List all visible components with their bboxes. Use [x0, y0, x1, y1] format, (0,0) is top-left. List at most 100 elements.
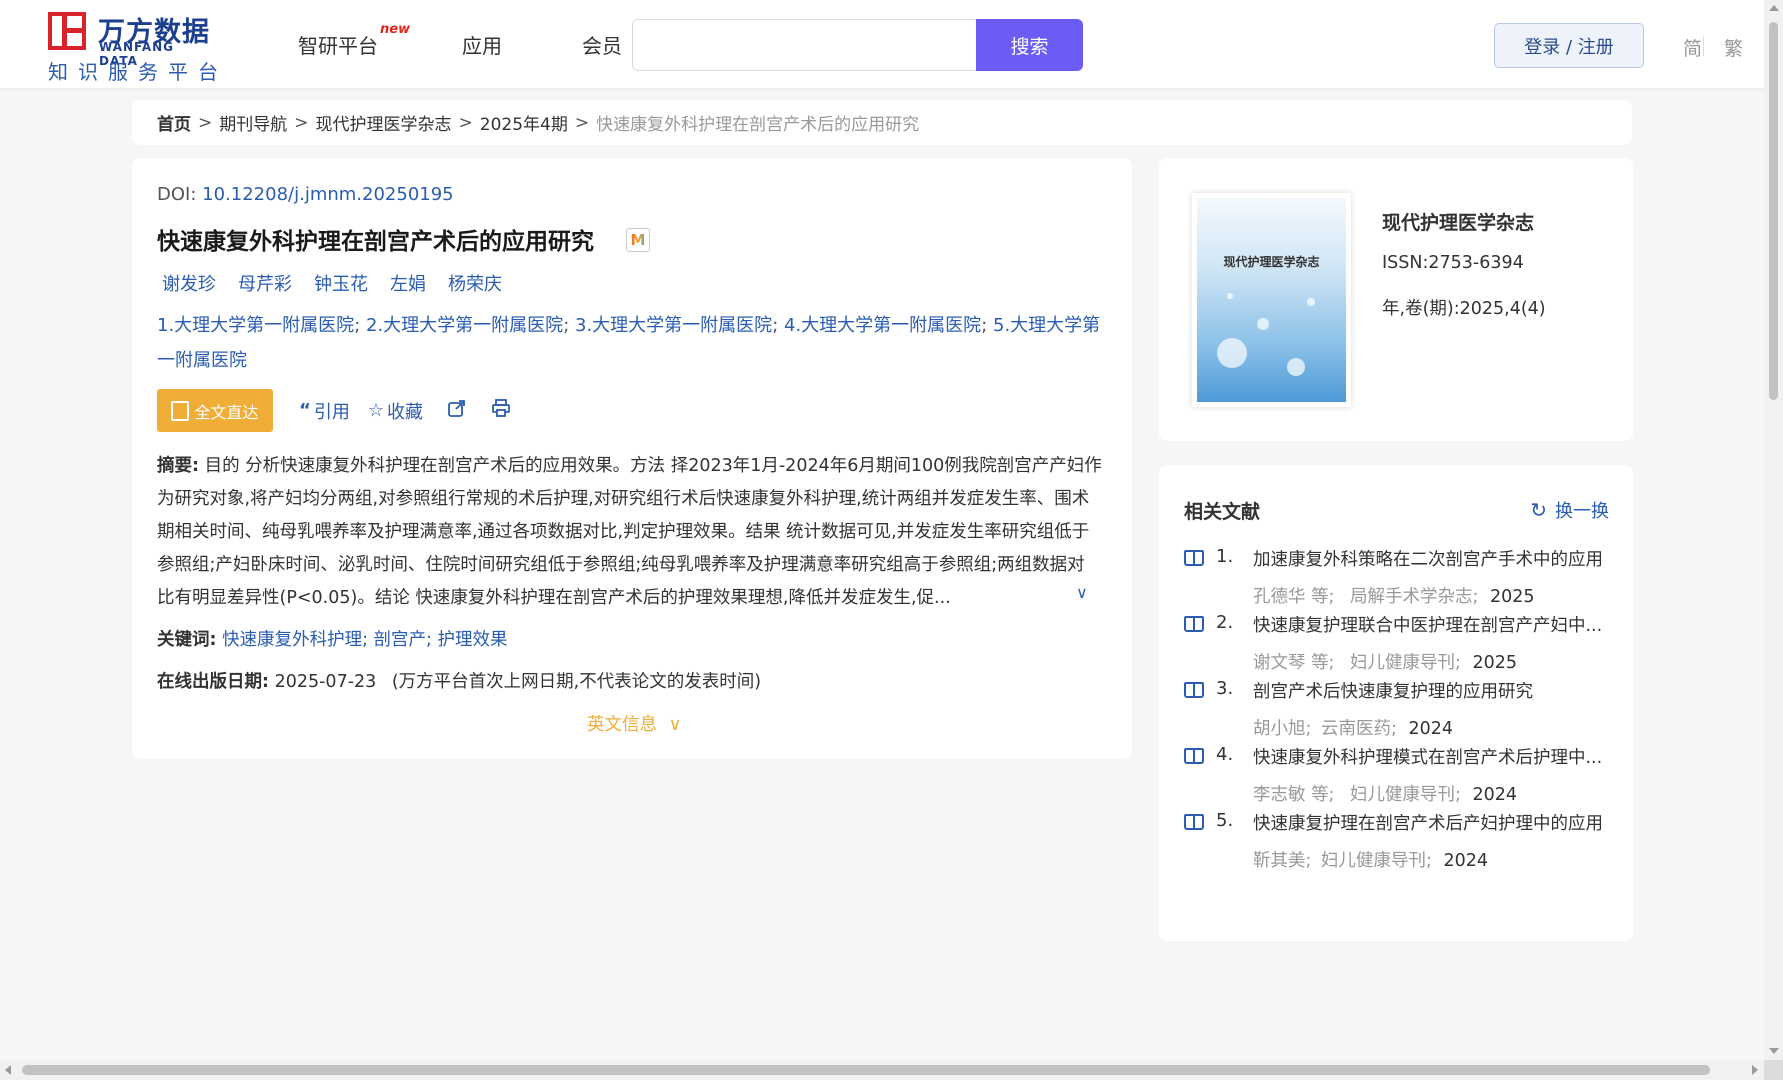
related-item-link[interactable]: 剖宫产术后快速康复护理的应用研究: [1253, 678, 1613, 703]
related-item-link[interactable]: 快速康复护理联合中医护理在剖宫产产妇中...: [1253, 612, 1613, 637]
quote-icon: “: [299, 400, 311, 421]
book-icon: [1184, 748, 1204, 764]
affiliation-link[interactable]: 3.大理大学第一附属医院: [575, 315, 772, 336]
author-link[interactable]: 钟玉花: [314, 270, 368, 296]
affiliation-link[interactable]: 2.大理大学第一附属医院: [366, 315, 563, 336]
related-authors: 谢文琴 等;: [1253, 653, 1335, 673]
cover-image: 现代护理医学杂志: [1197, 198, 1346, 402]
book-icon: [1184, 616, 1204, 632]
scroll-down-icon[interactable]: [1769, 1048, 1779, 1054]
keyword-link[interactable]: 快速康复外科护理: [222, 630, 362, 650]
author-link[interactable]: 谢发珍: [162, 270, 216, 296]
book-icon: [1184, 814, 1204, 830]
related-year: 2024: [1408, 719, 1454, 739]
refresh-label: 换一换: [1555, 501, 1609, 522]
related-authors: 胡小旭;: [1253, 719, 1312, 739]
free-document-icon: [171, 400, 190, 421]
affiliation-list: 1.大理大学第一附属医院; 2.大理大学第一附属医院; 3.大理大学第一附属医院…: [157, 308, 1107, 378]
pubdate-label: 在线出版日期:: [157, 672, 269, 692]
abstract-text: 目的 分析快速康复外科护理在剖宫产术后的应用效果。方法 择2023年1月-202…: [157, 456, 1102, 608]
journal-cover[interactable]: 现代护理医学杂志: [1192, 193, 1351, 407]
search-input[interactable]: [632, 19, 976, 71]
doi-label: DOI:: [157, 184, 197, 205]
nav-apps[interactable]: 应用: [462, 30, 502, 59]
keyword-link[interactable]: 剖宫产: [374, 630, 427, 650]
scroll-up-icon[interactable]: [1769, 5, 1779, 11]
scroll-left-icon[interactable]: [5, 1065, 11, 1075]
article-card: DOI: 10.12208/j.jmnm.20250195 快速康复外科护理在剖…: [132, 158, 1132, 759]
horizontal-scrollbar[interactable]: [0, 1060, 1764, 1080]
affiliation-link[interactable]: 4.大理大学第一附属医院: [784, 315, 981, 336]
article-title: 快速康复外科护理在剖宫产术后的应用研究: [157, 229, 594, 255]
lang-simplified[interactable]: 简: [1683, 34, 1702, 61]
related-item-link[interactable]: 快速康复外科护理模式在剖宫产术后护理中...: [1253, 744, 1613, 769]
breadcrumb-journal-nav[interactable]: 期刊导航: [219, 110, 287, 135]
lang-traditional[interactable]: 繁: [1724, 34, 1743, 61]
journal-card: 现代护理医学杂志 现代护理医学杂志 ISSN:2753-6394 年,卷(期):…: [1159, 158, 1633, 441]
new-badge: new: [380, 22, 411, 37]
related-authors: 靳其美;: [1253, 851, 1312, 871]
collect-button[interactable]: ☆ 收藏: [368, 398, 423, 424]
related-item-meta: 胡小旭; 云南医药; 2024: [1253, 715, 1453, 740]
related-journal: 妇儿健康导刊;: [1320, 851, 1432, 871]
related-item-meta: 孔德华 等; 局解手术学杂志; 2025: [1253, 583, 1535, 608]
breadcrumb-journal[interactable]: 现代护理医学杂志: [316, 110, 452, 135]
related-title: 相关文献: [1184, 501, 1261, 523]
affiliation-separator: ;: [772, 315, 779, 336]
affiliation-link[interactable]: 1.大理大学第一附属医院: [157, 315, 354, 336]
breadcrumb-current: 快速康复外科护理在剖宫产术后的应用研究: [596, 115, 920, 135]
breadcrumb-home[interactable]: 首页: [157, 110, 191, 135]
refresh-button[interactable]: ↻ 换一换: [1530, 497, 1609, 523]
action-bar: 全文直达 “ 引用 ☆ 收藏: [157, 389, 511, 432]
item-number: 4.: [1216, 744, 1234, 765]
vertical-scrollbar[interactable]: [1764, 0, 1783, 1060]
doi-link[interactable]: 10.12208/j.jmnm.20250195: [202, 184, 454, 205]
login-register-button[interactable]: 登录 / 注册: [1494, 23, 1644, 68]
journal-volume: 年,卷(期):2025,4(4): [1382, 299, 1546, 319]
breadcrumb: 首页 > 期刊导航 > 现代护理医学杂志 > 2025年4期 > 快速康复外科护…: [132, 100, 1632, 145]
vertical-scroll-thumb[interactable]: [1769, 22, 1778, 400]
fulltext-label: 全文直达: [194, 402, 259, 422]
related-authors: 孔德华 等;: [1253, 587, 1335, 607]
wanfang-logo[interactable]: 万方数据 WANFANG DATA 知识服务平台: [48, 10, 218, 84]
item-number: 2.: [1216, 612, 1234, 633]
item-number: 1.: [1216, 546, 1234, 567]
related-journal: 妇儿健康导刊;: [1350, 785, 1461, 805]
star-icon: ☆: [367, 400, 384, 421]
author-link[interactable]: 杨荣庆: [448, 270, 502, 296]
share-icon[interactable]: [447, 398, 467, 423]
related-item-link[interactable]: 加速康复外科策略在二次剖宫产手术中的应用: [1253, 546, 1613, 571]
author-link[interactable]: 母芹彩: [238, 270, 292, 296]
pubdate-note: (万方平台首次上网日期,不代表论文的发表时间): [391, 672, 762, 692]
english-info-toggle[interactable]: 英文信息 ∨: [587, 711, 681, 736]
refresh-icon: ↻: [1530, 498, 1547, 522]
scrollbar-corner: [1764, 1060, 1783, 1080]
fulltext-button[interactable]: 全文直达: [157, 389, 273, 432]
breadcrumb-separator: >: [294, 112, 309, 133]
pubdate-value: 2025-07-23: [274, 672, 377, 692]
nav-membership[interactable]: 会员: [582, 30, 622, 59]
horizontal-scroll-thumb[interactable]: [22, 1065, 1710, 1075]
cover-title: 现代护理医学杂志: [1223, 255, 1320, 269]
abstract-label: 摘要:: [157, 456, 199, 476]
metadata-badge-icon[interactable]: M: [626, 228, 650, 252]
related-year: 2025: [1490, 587, 1535, 607]
journal-name[interactable]: 现代护理医学杂志: [1382, 208, 1534, 235]
keyword-link[interactable]: 护理效果: [438, 630, 508, 650]
doi-row: DOI: 10.12208/j.jmnm.20250195: [157, 184, 454, 205]
related-literature-card: 相关文献 ↻ 换一换 1. 加速康复外科策略在二次剖宫产手术中的应用 孔德华 等…: [1159, 465, 1633, 941]
keywords-label: 关键词:: [157, 630, 217, 650]
top-header: 万方数据 WANFANG DATA 知识服务平台 智研平台 new 应用 会员 …: [0, 0, 1764, 88]
nav-zhiyan[interactable]: 智研平台: [298, 30, 378, 59]
chevron-down-icon: ∨: [668, 715, 682, 735]
cite-button[interactable]: “ 引用: [299, 398, 350, 424]
print-icon[interactable]: [491, 398, 511, 423]
book-icon: [1184, 682, 1204, 698]
related-journal: 云南医药;: [1320, 719, 1397, 739]
related-item-link[interactable]: 快速康复护理在剖宫产术后产妇护理中的应用: [1253, 810, 1613, 835]
breadcrumb-issue[interactable]: 2025年4期: [480, 110, 568, 135]
scroll-right-icon[interactable]: [1752, 1065, 1758, 1075]
search-button[interactable]: 搜索: [976, 19, 1083, 71]
expand-abstract-icon[interactable]: ∨: [1076, 583, 1088, 602]
author-link[interactable]: 左娟: [390, 270, 426, 296]
